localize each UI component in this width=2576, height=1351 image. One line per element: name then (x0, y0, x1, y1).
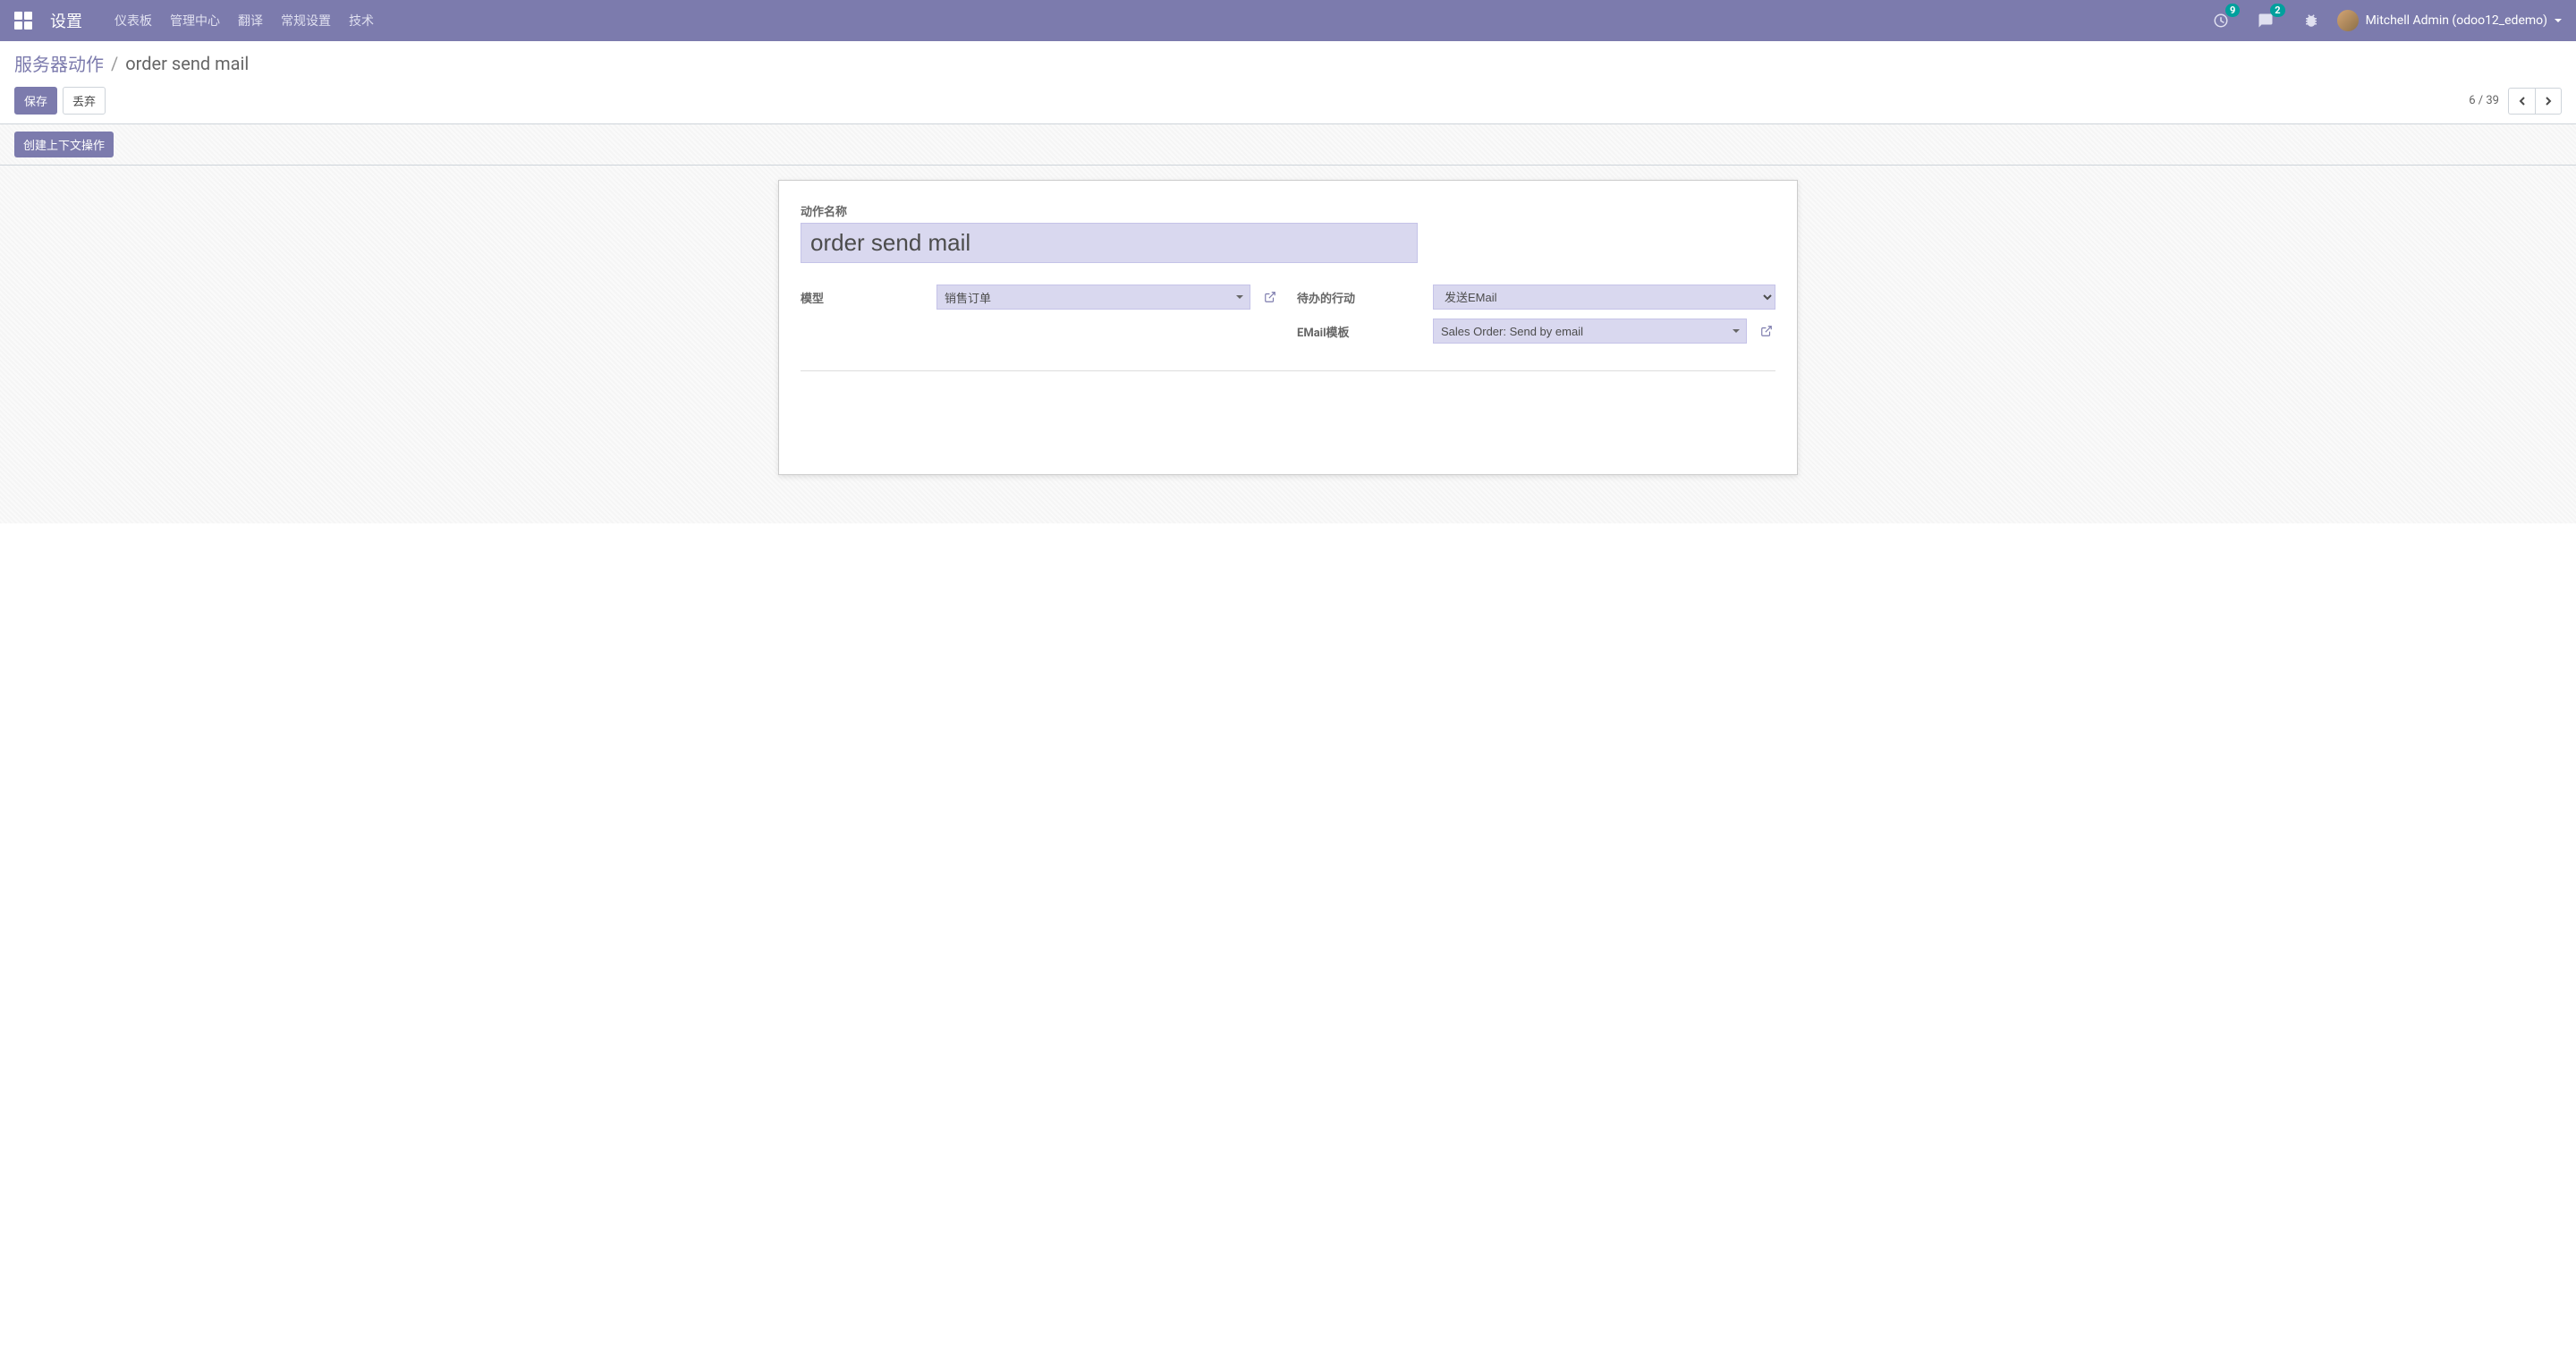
pager: 6 / 39 (2469, 88, 2562, 115)
form-separator (801, 370, 1775, 371)
action-buttons: 保存 丢弃 (14, 87, 106, 115)
pager-next-button[interactable] (2535, 88, 2562, 115)
model-external-link[interactable] (1261, 291, 1279, 303)
todo-select[interactable]: 发送EMail (1433, 285, 1775, 310)
form-sheet: 动作名称 模型 待办的行动 (778, 180, 1798, 475)
external-link-icon (1760, 325, 1773, 337)
pager-current: 6 (2469, 94, 2475, 107)
form-group: 模型 待办的行动 发送EMail (801, 285, 1775, 344)
discard-button[interactable]: 丢弃 (63, 87, 106, 115)
breadcrumb: 服务器动作 / order send mail (14, 50, 2562, 76)
email-template-input-wrapper (1433, 319, 1747, 344)
create-context-action-button[interactable]: 创建上下文操作 (14, 132, 114, 157)
nav-menu: 仪表板 管理中心 翻译 常规设置 技术 (114, 12, 374, 30)
pager-total: 39 (2486, 94, 2499, 107)
breadcrumb-separator: / (111, 53, 118, 74)
caret-down-icon (2555, 19, 2562, 22)
nav-menu-general[interactable]: 常规设置 (281, 12, 331, 30)
control-panel-bottom: 保存 丢弃 6 / 39 (14, 87, 2562, 123)
debug-icon[interactable] (2303, 13, 2319, 29)
navbar-right: 9 2 Mitchell Admin (odoo12_edemo) (2213, 10, 2562, 31)
todo-row: 待办的行动 发送EMail (1297, 285, 1775, 310)
pager-text[interactable]: 6 / 39 (2469, 94, 2499, 107)
apps-icon[interactable] (14, 12, 32, 30)
status-bar: 创建上下文操作 (0, 124, 2576, 166)
control-panel: 服务器动作 / order send mail 保存 丢弃 6 / 39 (0, 41, 2576, 124)
nav-menu-translate[interactable]: 翻译 (238, 12, 263, 30)
messages-badge: 2 (2270, 4, 2284, 17)
user-menu[interactable]: Mitchell Admin (odoo12_edemo) (2337, 10, 2562, 31)
breadcrumb-parent[interactable]: 服务器动作 (14, 50, 104, 76)
chevron-left-icon (2518, 97, 2527, 106)
email-template-label: EMail模板 (1297, 323, 1422, 340)
app-title[interactable]: 设置 (50, 9, 82, 32)
messages-icon[interactable]: 2 (2258, 13, 2284, 29)
todo-label: 待办的行动 (1297, 289, 1422, 306)
action-name-label: 动作名称 (801, 202, 1775, 219)
nav-menu-dashboard[interactable]: 仪表板 (114, 12, 152, 30)
breadcrumb-current: order send mail (125, 53, 249, 74)
form-col-left: 模型 (801, 285, 1279, 344)
navbar-left: 设置 仪表板 管理中心 翻译 常规设置 技术 (14, 9, 374, 32)
model-input-wrapper (936, 285, 1250, 310)
external-link-icon (1264, 291, 1276, 303)
notifications-icon[interactable]: 9 (2213, 13, 2240, 29)
email-template-input[interactable] (1433, 319, 1747, 344)
nav-menu-admin[interactable]: 管理中心 (170, 12, 220, 30)
pager-prev-button[interactable] (2508, 88, 2535, 115)
pager-buttons (2508, 88, 2562, 115)
save-button[interactable]: 保存 (14, 87, 57, 115)
action-name-input[interactable] (801, 223, 1418, 263)
nav-menu-technical[interactable]: 技术 (349, 12, 374, 30)
form-container: 动作名称 模型 待办的行动 (0, 166, 2576, 523)
email-template-row: EMail模板 (1297, 319, 1775, 344)
model-label: 模型 (801, 289, 926, 306)
top-navbar: 设置 仪表板 管理中心 翻译 常规设置 技术 9 2 Mitchell Admi… (0, 0, 2576, 41)
form-col-right: 待办的行动 发送EMail EMail模板 (1297, 285, 1775, 344)
chevron-right-icon (2544, 97, 2553, 106)
notifications-badge: 9 (2225, 4, 2240, 17)
user-avatar (2337, 10, 2359, 31)
model-row: 模型 (801, 285, 1279, 310)
user-name: Mitchell Admin (odoo12_edemo) (2366, 13, 2547, 28)
pager-sep: / (2476, 94, 2487, 107)
email-template-external-link[interactable] (1758, 325, 1775, 337)
model-input[interactable] (936, 285, 1250, 310)
